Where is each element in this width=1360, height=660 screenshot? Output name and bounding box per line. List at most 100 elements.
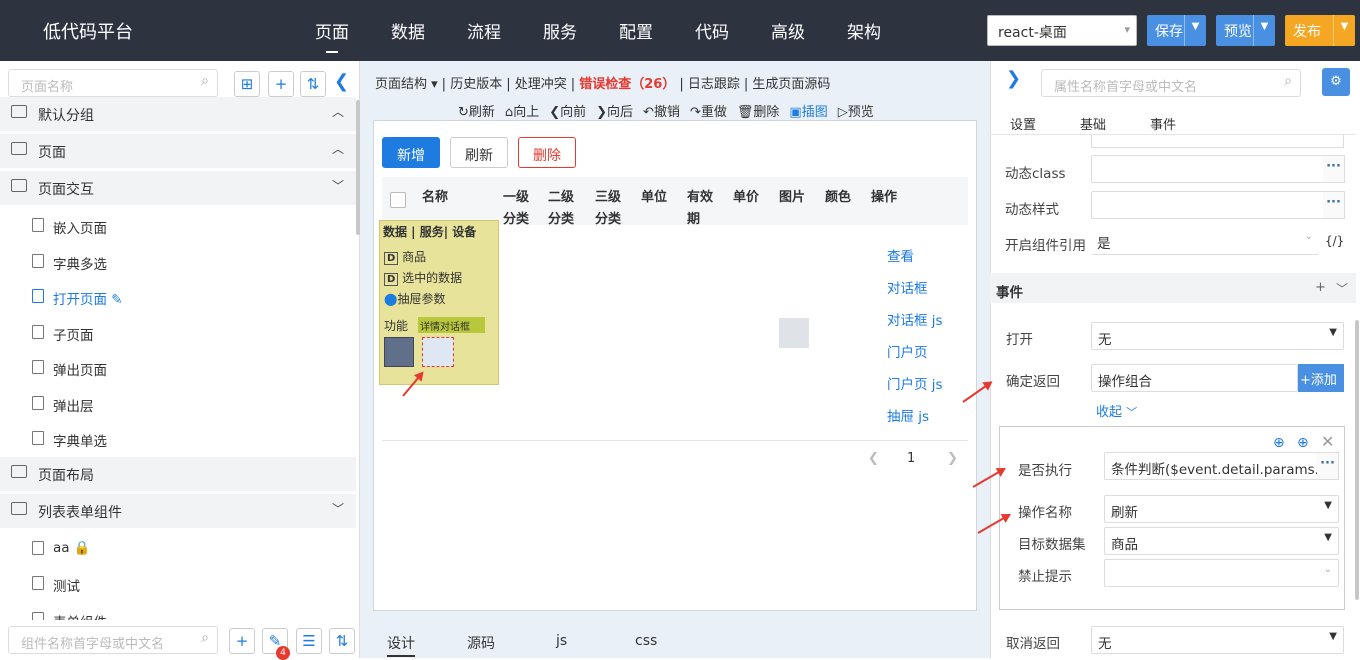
tree-group[interactable]: 页面交互 ﹀ — [0, 171, 356, 205]
popup-tabs[interactable]: 数据 | 服务| 设备 — [383, 223, 476, 240]
log-trace-button[interactable]: 日志跟踪 — [688, 77, 740, 92]
property-search-input[interactable]: 属性名称首字母或中文名 ⌕ — [1041, 69, 1301, 97]
no-prompt-select[interactable]: ⌄ — [1104, 559, 1339, 587]
gear-icon[interactable]: ⚙ — [1322, 68, 1350, 96]
row-action-link[interactable]: 查看 — [887, 245, 914, 265]
right-scrollbar[interactable] — [1355, 320, 1359, 600]
tree-page-item[interactable]: 测试 — [0, 566, 356, 601]
sort-icon[interactable]: ⇅ — [329, 628, 355, 654]
chevron-up-icon[interactable]: ︿ — [332, 140, 344, 157]
more-icon[interactable]: ··· — [1323, 155, 1345, 183]
undo-tool[interactable]: ↶撤销 — [643, 105, 680, 120]
conflict-button[interactable]: 处理冲突 — [515, 77, 567, 92]
preview-button[interactable]: 预览 ▼ — [1216, 15, 1275, 46]
add-event-icon[interactable]: + — [1315, 280, 1326, 295]
next-tool[interactable]: ❯向后 — [596, 105, 633, 120]
tab-events[interactable]: 事件 — [1150, 114, 1176, 133]
tree-page-item[interactable]: 字典多选 — [0, 244, 356, 279]
history-button[interactable]: 历史版本 — [450, 77, 502, 92]
chevron-down-icon[interactable]: ﹀ — [332, 177, 344, 194]
tree-group[interactable]: 列表表单组件 ﹀ — [0, 493, 356, 528]
bottom-tab[interactable]: 设计 — [387, 633, 415, 657]
caret-down-icon[interactable]: ▼ — [1253, 15, 1275, 46]
caret-down-icon[interactable]: ▼ — [1333, 15, 1355, 46]
page-structure-menu[interactable]: 页面结构 ▾ — [375, 77, 438, 92]
collapse-left-icon[interactable]: ❮ — [334, 71, 349, 92]
nav-flow[interactable]: 流程 — [467, 18, 501, 43]
component-search-input[interactable]: 组件名称首字母或中文名 ⌕ — [8, 626, 218, 654]
delete-tool[interactable]: 🗑删除 — [737, 105, 780, 120]
image-tool[interactable]: ▣插图 — [789, 105, 827, 120]
dialog-tag[interactable]: 详情对话框 — [418, 317, 485, 333]
move-up-icon[interactable]: ⊕ — [1273, 435, 1285, 451]
edit-icon[interactable]: ✎ — [111, 292, 122, 308]
bottom-tab[interactable]: js — [556, 633, 567, 649]
refresh-button[interactable]: 刷新 — [450, 137, 508, 168]
execute-condition-input[interactable]: 条件判断($event.detail.params. — [1104, 452, 1318, 480]
bottom-tab[interactable]: css — [635, 633, 657, 649]
popup-item[interactable]: D 商品 — [384, 248, 426, 265]
tree-group[interactable]: 页面布局 — [0, 456, 356, 491]
chevron-down-icon[interactable]: ﹀ — [332, 500, 344, 517]
tree-group[interactable]: 页面 ︿ — [0, 134, 356, 168]
layout-component-icon[interactable] — [384, 337, 414, 367]
list-indent-icon[interactable]: ☰ — [296, 628, 322, 654]
add-page-button[interactable]: + — [268, 71, 294, 97]
delete-button[interactable]: 删除 — [518, 137, 576, 168]
collapse-right-icon[interactable]: ❯ — [1006, 68, 1021, 89]
platform-select[interactable]: react-桌面 ▾ — [987, 15, 1137, 46]
nav-data[interactable]: 数据 — [391, 18, 425, 43]
tree-page-item[interactable]: 弹出页面 — [0, 350, 356, 385]
tab-basic[interactable]: 基础 — [1080, 114, 1106, 133]
open-select[interactable]: 无 ▼ — [1091, 322, 1344, 350]
truncated-input[interactable] — [1091, 134, 1344, 148]
refresh-tool[interactable]: ↻刷新 — [458, 105, 495, 120]
expression-toggle[interactable]: {/} — [1325, 234, 1344, 248]
tree-page-item[interactable]: aa 🔒 — [0, 531, 356, 566]
row-action-link[interactable]: 对话框 js — [887, 309, 943, 329]
row-action-link[interactable]: 门户页 js — [887, 373, 943, 393]
component-ref-select[interactable]: 是 ⌄ — [1091, 227, 1319, 255]
add-component-button[interactable]: + — [229, 628, 255, 654]
tree-page-item[interactable]: 弹出层 — [0, 386, 356, 421]
save-button[interactable]: 保存 ▼ — [1147, 15, 1206, 46]
prev-tool[interactable]: ❮向前 — [549, 105, 586, 120]
next-page-icon[interactable]: ❯ — [947, 451, 958, 466]
caret-down-icon[interactable]: ▼ — [1184, 15, 1206, 46]
tree-group[interactable]: 默认分组 ︿ — [0, 97, 356, 131]
close-icon[interactable]: ✕ — [1321, 432, 1334, 451]
event-section-header[interactable] — [990, 273, 1356, 303]
chevron-up-icon[interactable]: ︿ — [332, 103, 344, 120]
add-button[interactable]: 新增 — [382, 137, 440, 168]
sort-icon[interactable]: ⇅ — [300, 71, 326, 97]
nav-service[interactable]: 服务 — [543, 18, 577, 43]
cancel-return-select[interactable]: 无 ▼ — [1091, 626, 1344, 654]
page-search-input[interactable]: 页面名称 ⌕ — [8, 69, 218, 97]
nav-page[interactable]: 页面 — [315, 18, 349, 53]
tree-page-item[interactable]: 打开页面 ✎ — [0, 279, 356, 314]
tree-page-item[interactable]: 表单组件 — [0, 602, 356, 620]
add-action-button[interactable]: +添加 — [1298, 364, 1344, 392]
row-action-link[interactable]: 对话框 — [887, 277, 928, 297]
operation-select[interactable]: 刷新 ▼ — [1104, 495, 1339, 523]
nav-code[interactable]: 代码 — [695, 18, 729, 43]
publish-button[interactable]: 发布 ▼ — [1285, 15, 1355, 46]
row-action-link[interactable]: 门户页 — [887, 341, 928, 361]
tab-settings[interactable]: 设置 — [1010, 114, 1036, 133]
tree-page-item[interactable]: 字典单选 — [0, 421, 356, 456]
nav-advanced[interactable]: 高级 — [771, 18, 805, 43]
dialog-component-icon[interactable] — [422, 337, 454, 367]
tree-page-item[interactable]: 子页面 — [0, 315, 356, 350]
dynamic-style-input[interactable] — [1091, 191, 1324, 219]
redo-tool[interactable]: ↷重做 — [690, 105, 727, 120]
nav-config[interactable]: 配置 — [619, 18, 653, 43]
generate-source-button[interactable]: 生成页面源码 — [752, 77, 830, 92]
more-icon[interactable]: ··· — [1323, 191, 1345, 219]
more-icon[interactable]: ··· — [1317, 452, 1339, 480]
page-number[interactable]: 1 — [907, 451, 915, 466]
new-folder-icon[interactable]: ⊞ — [234, 71, 260, 97]
chevron-down-icon[interactable]: ﹀ — [1336, 280, 1348, 297]
move-down-icon[interactable]: ⊕ — [1297, 435, 1309, 451]
confirm-return-input[interactable]: 操作组合 — [1091, 364, 1298, 392]
up-tool[interactable]: ⌂向上 — [505, 105, 539, 120]
